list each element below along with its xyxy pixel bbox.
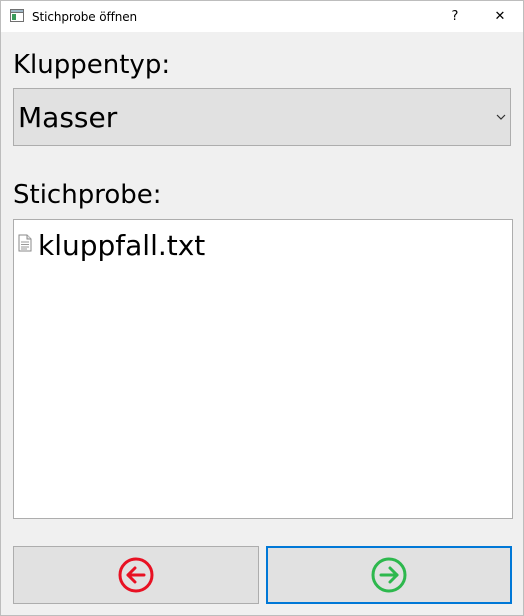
file-name: kluppfall.txt [38,229,206,262]
caliper-type-label: Kluppentyp: [13,50,171,80]
title-bar: Stichprobe öffnen ? ✕ [1,1,523,32]
help-icon: ? [451,9,459,24]
sample-label: Stichprobe: [13,180,162,210]
back-button[interactable] [13,546,259,604]
close-button[interactable]: ✕ [477,1,523,32]
chevron-down-icon [496,114,506,120]
arrow-left-circle-icon [118,557,154,593]
sample-file-list[interactable]: kluppfall.txt [13,219,513,519]
text-file-icon [18,234,32,252]
arrow-right-circle-icon [371,557,407,593]
close-icon: ✕ [494,9,506,24]
list-item[interactable]: kluppfall.txt [18,228,205,264]
window-title: Stichprobe öffnen [32,10,137,24]
dialog-window: Stichprobe öffnen ? ✕ Kluppentyp: Masser… [0,0,524,616]
next-button[interactable] [266,546,512,604]
app-icon [10,9,24,22]
help-button[interactable]: ? [432,1,478,32]
caliper-type-value: Masser [18,101,118,134]
caliper-type-select[interactable]: Masser [13,88,511,146]
